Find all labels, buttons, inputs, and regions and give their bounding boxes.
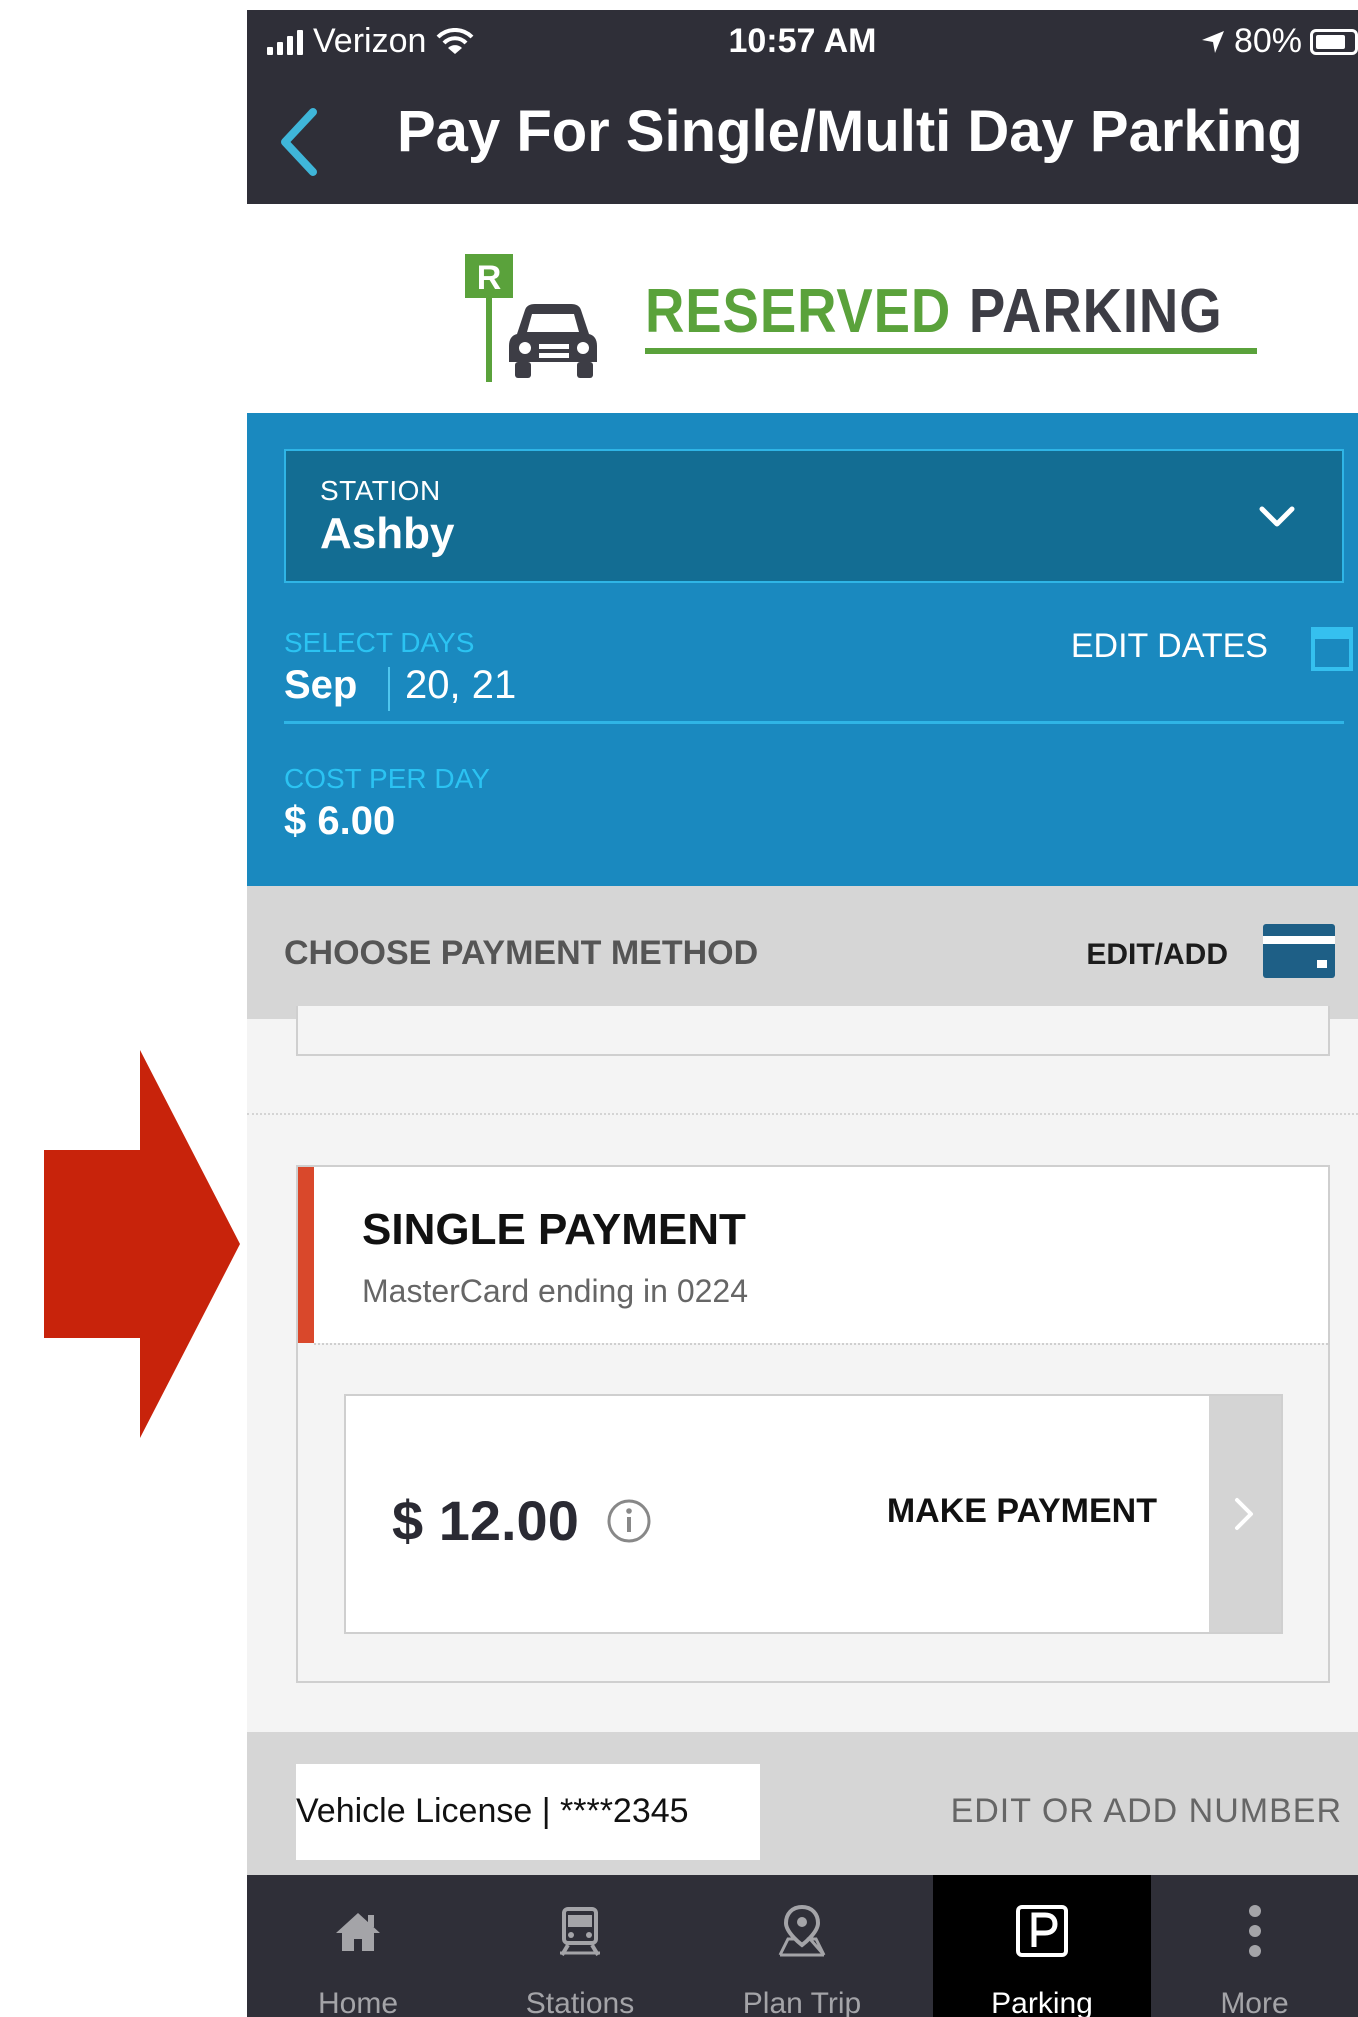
selected-dates: 20, 21 <box>405 663 517 707</box>
payment-type-title: SINGLE PAYMENT <box>362 1205 746 1254</box>
tab-home[interactable]: Home <box>247 1875 469 2017</box>
logo-wordmark: RESERVED PARKING <box>645 276 1223 347</box>
tab-label: Stations <box>525 1987 635 2017</box>
home-icon <box>336 1913 380 1951</box>
status-time: 10:57 AM <box>728 22 877 60</box>
edit-add-payment-button[interactable]: EDIT/ADD <box>1086 938 1228 972</box>
card-divider <box>314 1343 1328 1345</box>
chevron-down-icon <box>1259 506 1295 527</box>
battery-percent: 80% <box>1233 22 1302 60</box>
tab-plan-trip[interactable]: Plan Trip <box>691 1875 913 2017</box>
map-pin-icon <box>778 1904 826 1957</box>
make-payment-button[interactable]: $ 12.00 MAKE PAYMENT <box>344 1394 1283 1634</box>
chevron-right-icon <box>1235 1498 1253 1530</box>
bottom-tab-bar: Home Stations Plan Trip Parking More <box>247 1875 1358 2017</box>
annotation-arrow-icon <box>44 1050 240 1438</box>
days-underline <box>284 721 1344 724</box>
select-days-label: SELECT DAYS <box>284 627 475 658</box>
status-bar: Verizon 10:57 AM 80% <box>247 10 1358 74</box>
phone-screen: Verizon 10:57 AM 80% Pay For Single/Mult… <box>247 10 1358 2017</box>
logo-word-parking: PARKING <box>968 277 1223 346</box>
days-divider <box>388 667 390 711</box>
credit-card-icon[interactable] <box>1263 924 1335 978</box>
tab-parking[interactable]: Parking <box>933 1875 1151 2017</box>
edit-dates-button[interactable]: EDIT DATES <box>1071 627 1268 666</box>
page-title: Pay For Single/Multi Day Parking <box>397 99 1303 164</box>
more-icon <box>1248 1905 1261 1957</box>
payment-method-bar: CHOOSE PAYMENT METHOD EDIT/ADD <box>247 886 1358 1019</box>
selected-accent-bar <box>298 1167 314 1343</box>
tab-label: Plan Trip <box>742 1987 862 2017</box>
make-payment-label: MAKE PAYMENT <box>886 1492 1157 1530</box>
previous-payment-card <box>296 1006 1330 1056</box>
station-label: STATION <box>320 475 441 506</box>
station-value: Ashby <box>320 509 455 558</box>
section-divider <box>247 1113 1358 1115</box>
tab-stations[interactable]: Stations <box>469 1875 691 2017</box>
reserved-parking-logo: R RESERVED PARKING <box>247 204 1358 423</box>
selected-month: Sep <box>284 663 358 707</box>
single-payment-card: SINGLE PAYMENT MasterCard ending in 0224… <box>296 1165 1330 1683</box>
parking-icon <box>1016 1905 1068 1957</box>
vehicle-license-bar: Vehicle License | ****2345 EDIT OR ADD N… <box>247 1732 1358 1885</box>
parking-details-section: STATION Ashby SELECT DAYS Sep 20, 21 EDI… <box>247 413 1358 886</box>
location-arrow-icon <box>1201 30 1224 53</box>
calendar-icon[interactable] <box>1310 623 1354 673</box>
vehicle-license-value: Vehicle License | ****2345 <box>296 1792 689 1830</box>
make-payment-arrow <box>1209 1396 1281 1632</box>
battery-icon <box>1310 28 1358 55</box>
vehicle-license-box: Vehicle License | ****2345 <box>296 1764 760 1860</box>
payment-card-description: MasterCard ending in 0224 <box>362 1273 749 1309</box>
tab-label: Parking <box>991 1987 1093 2017</box>
edit-add-number-button[interactable]: EDIT OR ADD NUMBER <box>951 1792 1342 1831</box>
info-icon[interactable] <box>606 1498 652 1544</box>
train-icon <box>560 1907 600 1957</box>
payment-method-title: CHOOSE PAYMENT METHOD <box>284 934 759 972</box>
station-select[interactable]: STATION Ashby <box>284 449 1344 583</box>
tab-more[interactable]: More <box>1151 1875 1358 2017</box>
cost-per-day-value: $ 6.00 <box>284 799 396 843</box>
logo-underline <box>645 348 1257 354</box>
back-arrow-icon[interactable] <box>269 102 329 182</box>
app-header: Verizon 10:57 AM 80% Pay For Single/Mult… <box>247 10 1358 204</box>
logo-word-reserved: RESERVED <box>645 277 952 346</box>
cost-per-day-label: COST PER DAY <box>284 763 490 794</box>
tab-label: More <box>1220 1987 1289 2017</box>
payment-amount: $ 12.00 <box>392 1489 579 1552</box>
car-parking-logo-icon: R <box>465 254 597 382</box>
tab-label: Home <box>317 1987 399 2017</box>
status-bar-right: 80% <box>1200 22 1358 61</box>
svg-text:R: R <box>477 259 502 297</box>
payment-card-header[interactable]: SINGLE PAYMENT MasterCard ending in 0224 <box>298 1167 1328 1343</box>
